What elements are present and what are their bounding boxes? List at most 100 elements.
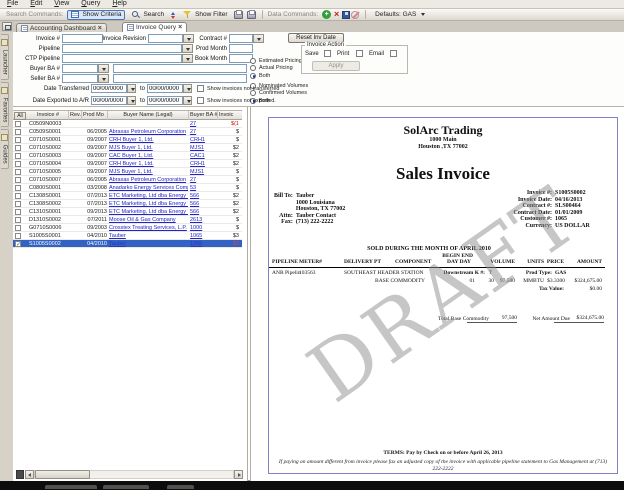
contract-number-input[interactable] <box>229 34 253 43</box>
cell-buyer-ba-link[interactable]: MJS1 <box>190 168 217 176</box>
column-header-buyer-ba[interactable]: Buyer BA # <box>189 111 218 120</box>
table-row[interactable]: C0509N0003 27 $(1 <box>13 120 242 128</box>
table-row[interactable]: C0710S0001 09/2007 CRH Buyer 1, Ltd. CRH… <box>13 136 242 144</box>
apply-button[interactable]: Apply <box>312 61 360 71</box>
date-exported-from-dropdown[interactable] <box>127 96 136 105</box>
row-checkbox[interactable] <box>15 121 21 127</box>
table-row[interactable]: G0710S0006 09/2003 Crosstex Treating Ser… <box>13 224 242 232</box>
buyer-name-input[interactable] <box>113 64 247 73</box>
date-transferred-from-input[interactable] <box>91 84 127 93</box>
row-select-cell[interactable] <box>15 232 28 240</box>
cell-buyer-ba-link[interactable]: 53 <box>190 184 217 192</box>
cell-buyer-name-link[interactable]: ETC Marketing, Ltd dba Energy Transfer <box>109 192 188 200</box>
cell-buyer-ba-link[interactable]: 27 <box>190 120 217 128</box>
menu-item[interactable]: Help <box>107 0 131 8</box>
sidebar-tab[interactable]: Launcher <box>1 34 9 80</box>
row-checkbox[interactable] <box>15 137 21 143</box>
row-select-cell[interactable] <box>15 240 28 248</box>
table-row[interactable]: C1308S0002 07/2013 ETC Marketing, Ltd db… <box>13 200 242 208</box>
date-exported-to-dropdown[interactable] <box>183 96 192 105</box>
tab-invoice-query[interactable]: Invoice Query × <box>122 22 187 32</box>
row-checkbox[interactable] <box>15 161 21 167</box>
cell-buyer-name-link[interactable]: MJS Buyer 1, Ltd. <box>109 168 188 176</box>
row-checkbox[interactable] <box>15 233 21 239</box>
seller-ba-input[interactable] <box>62 74 98 83</box>
table-row[interactable]: C1308S0001 07/2013 ETC Marketing, Ltd db… <box>13 192 242 200</box>
cell-buyer-name-link[interactable]: Tauber <box>109 240 188 248</box>
row-checkbox[interactable] <box>15 241 21 247</box>
cell-buyer-name-link[interactable]: Moose Oil & Gas Company <box>109 216 188 224</box>
delete-record-icon[interactable]: × <box>332 10 341 19</box>
cell-buyer-name-link[interactable]: Tauber <box>109 232 188 240</box>
table-row[interactable]: C0509S0001 06/2005 Abraxas Petroleum Cor… <box>13 128 242 136</box>
column-header-buyer-name[interactable]: Buyer Name (Legal) <box>108 111 189 120</box>
row-checkbox[interactable] <box>15 225 21 231</box>
cell-buyer-ba-link[interactable]: 566 <box>190 192 217 200</box>
row-select-cell[interactable] <box>15 192 28 200</box>
table-row[interactable]: S1005S0001 04/2010 Tauber 1065 $3 <box>13 232 242 240</box>
date-transferred-to-input[interactable] <box>147 84 183 93</box>
cell-buyer-name-link[interactable]: MJS Buyer 1, Ltd. <box>109 144 188 152</box>
column-header-prod-mo[interactable]: Prod Mo <box>82 111 108 120</box>
contract-dropdown[interactable] <box>253 34 264 43</box>
pricing-radio-option[interactable]: Both <box>250 72 302 80</box>
cell-buyer-name-link[interactable]: CAC Buyer 1, Ltd. <box>109 152 188 160</box>
row-select-cell[interactable] <box>15 224 28 232</box>
cell-buyer-name-link[interactable]: CRH Buyer 1, Ltd. <box>109 136 188 144</box>
cell-buyer-ba-link[interactable]: CAC1 <box>190 152 217 160</box>
cell-buyer-ba-link[interactable]: 1000 <box>190 224 217 232</box>
row-select-cell[interactable] <box>15 120 28 128</box>
cell-buyer-ba-link[interactable]: 566 <box>190 208 217 216</box>
sidebar-tab[interactable]: Guides <box>1 129 9 169</box>
date-exported-to-input[interactable] <box>147 96 183 105</box>
show-criteria-button[interactable]: Show Criteria <box>67 10 125 20</box>
sort-icon[interactable] <box>170 11 178 19</box>
print-checkbox[interactable] <box>356 50 363 57</box>
cell-buyer-name-link[interactable]: Abraxas Petroleum Corporation <box>109 128 188 136</box>
pricing-radio-option[interactable]: Actual Pricing <box>250 65 302 73</box>
row-select-cell[interactable] <box>15 216 28 224</box>
table-row[interactable]: S1005S0002 04/2010 Tauber 1065 $3 <box>13 240 242 248</box>
scroll-left-button[interactable] <box>25 470 34 479</box>
cancel-icon[interactable] <box>351 11 359 19</box>
search-button[interactable]: Search <box>127 10 168 20</box>
menu-item[interactable]: File <box>2 0 23 8</box>
table-row[interactable]: C0710S0003 09/2007 CAC Buyer 1, Ltd. CAC… <box>13 152 242 160</box>
cell-buyer-ba-link[interactable]: 566 <box>190 200 217 208</box>
print-preview-icon[interactable] <box>247 11 256 19</box>
cell-buyer-ba-link[interactable]: 27 <box>190 176 217 184</box>
invoice-revision-input[interactable] <box>148 34 183 43</box>
row-select-cell[interactable] <box>15 176 28 184</box>
defaults-dropdown[interactable]: Defaults: GAS <box>371 10 429 20</box>
cell-buyer-name-link[interactable]: Abraxas Petroleum Corporation <box>109 176 188 184</box>
buyer-ba-dropdown[interactable] <box>98 64 109 73</box>
cell-buyer-ba-link[interactable]: 1065 <box>190 232 217 240</box>
table-row[interactable]: C0710S0007 06/2005 Abraxas Petroleum Cor… <box>13 176 242 184</box>
column-header-invoice[interactable]: Invoice # <box>28 111 69 120</box>
row-checkbox[interactable] <box>15 185 21 191</box>
row-checkbox[interactable] <box>15 209 21 215</box>
cell-buyer-name-link[interactable]: Crosstex Treating Services, L.P. <box>109 224 188 232</box>
cell-buyer-ba-link[interactable]: 2613 <box>190 216 217 224</box>
row-checkbox[interactable] <box>15 217 21 223</box>
table-row[interactable]: C0710S0004 09/2007 CRH Buyer 1, Ltd. CRH… <box>13 160 242 168</box>
scrollbar-thumb[interactable] <box>35 470 90 479</box>
sidebar-tab[interactable]: Favorites <box>1 82 9 127</box>
cell-buyer-name-link[interactable]: CRH Buyer 1, Ltd. <box>109 160 188 168</box>
show-not-exported-checkbox[interactable] <box>197 97 204 104</box>
pricing-radio-option[interactable]: Estimated Pricing <box>250 57 302 65</box>
show-filter-button[interactable]: Show Filter <box>179 10 232 20</box>
cell-buyer-name-link[interactable]: ETC Marketing, Ltd dba Energy Transfer <box>109 200 188 208</box>
ctp-pipeline-input[interactable] <box>62 54 182 63</box>
add-record-icon[interactable]: + <box>322 10 331 19</box>
row-checkbox[interactable] <box>15 193 21 199</box>
cell-buyer-ba-link[interactable]: MJS1 <box>190 144 217 152</box>
email-checkbox[interactable] <box>390 50 397 57</box>
scroll-right-button[interactable] <box>234 470 243 479</box>
prod-month-input[interactable] <box>229 44 253 53</box>
row-checkbox[interactable] <box>15 145 21 151</box>
row-select-cell[interactable] <box>15 208 28 216</box>
cell-buyer-ba-link[interactable]: 27 <box>190 128 217 136</box>
row-select-cell[interactable] <box>15 184 28 192</box>
seller-ba-dropdown[interactable] <box>98 74 109 83</box>
